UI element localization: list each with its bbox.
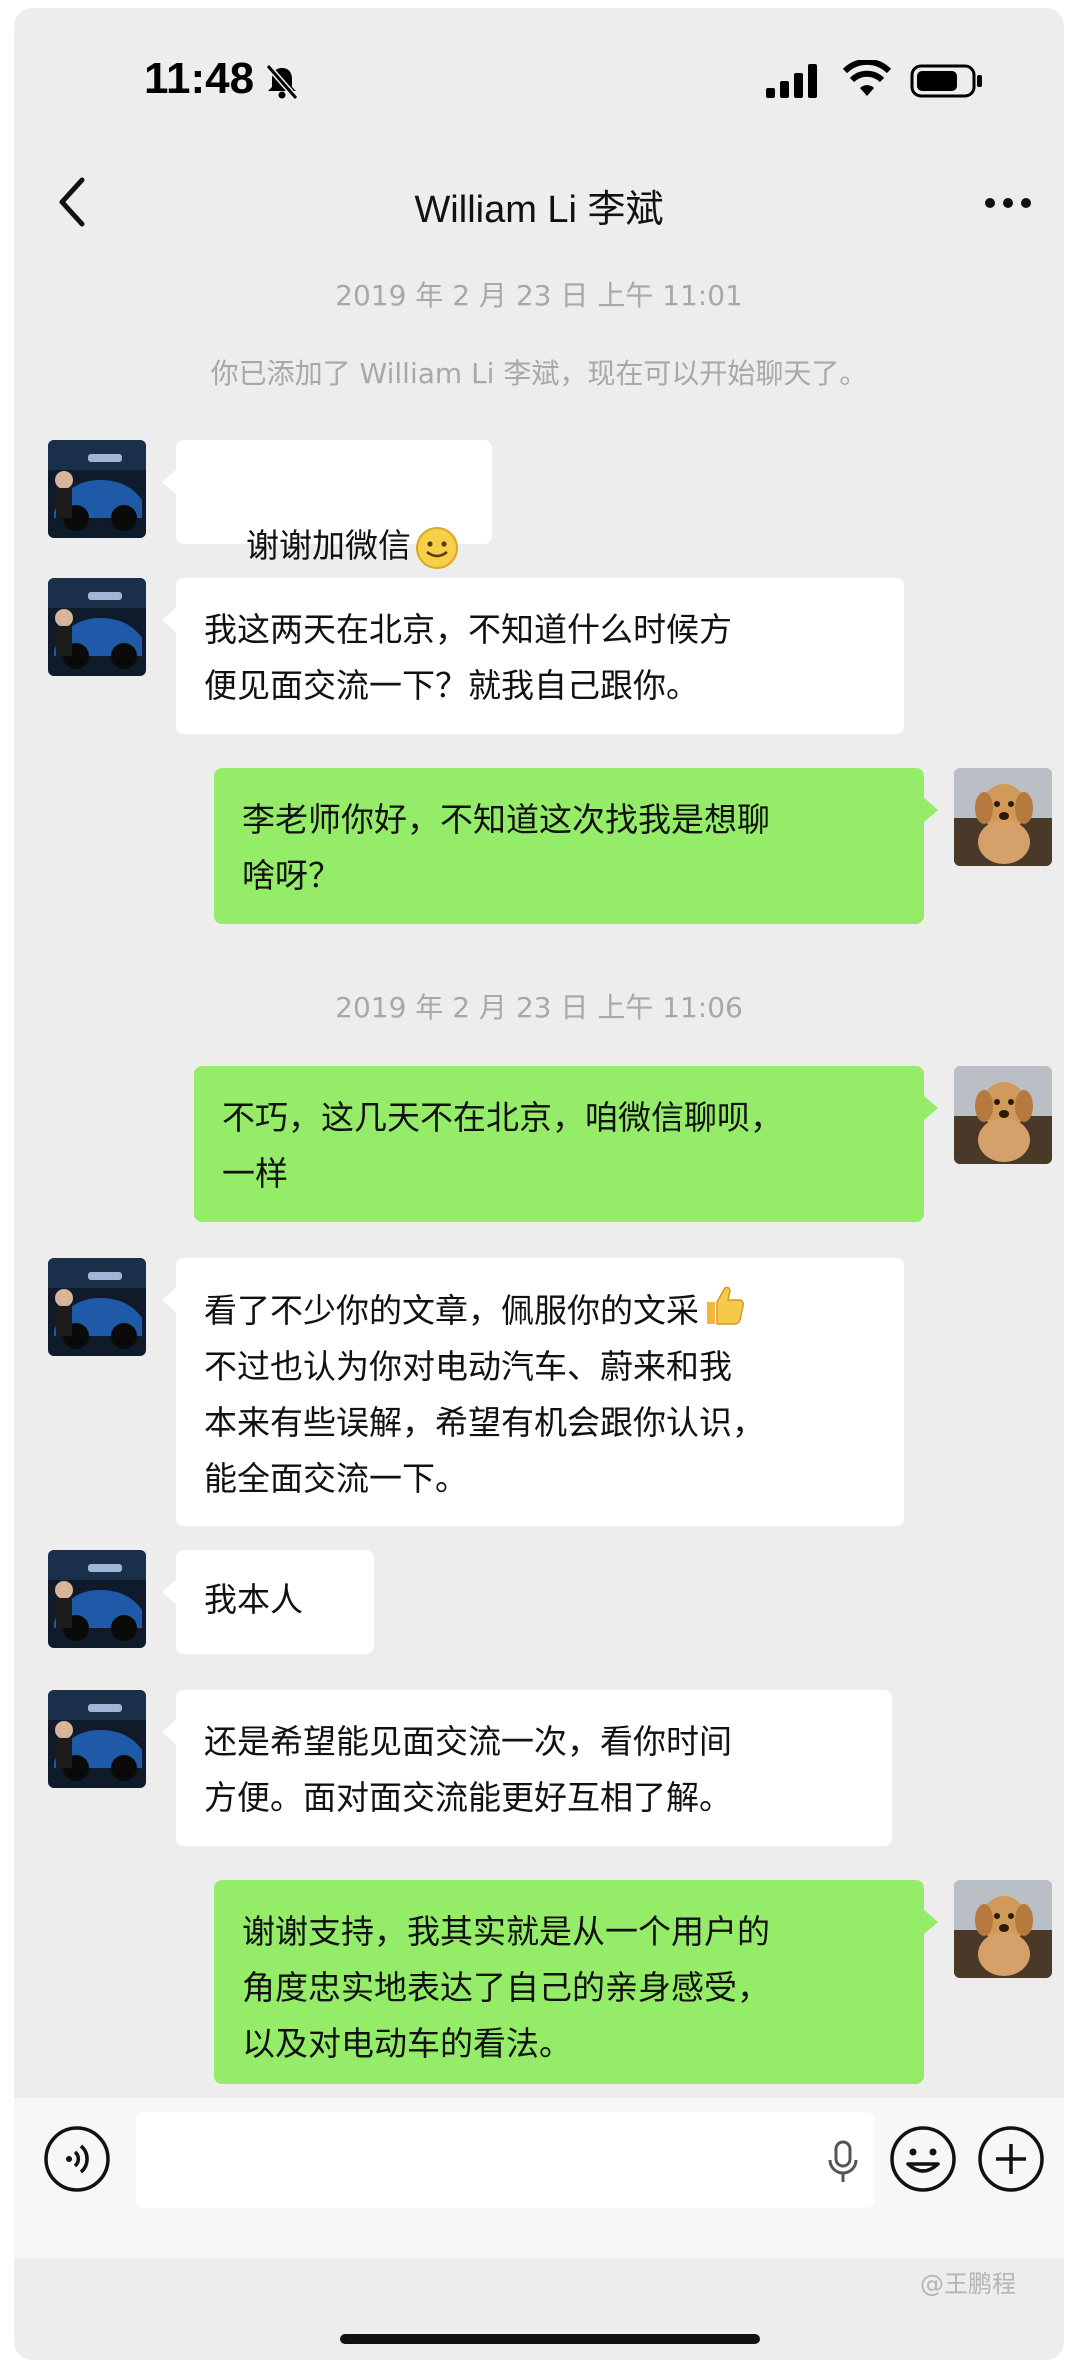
message-input[interactable] — [136, 2112, 874, 2208]
incoming-message[interactable]: 谢谢加微信 — [162, 440, 492, 569]
plus-more-icon[interactable] — [976, 2124, 1046, 2194]
system-message: 你已添加了 William Li 李斌，现在可以开始聊天了。 — [210, 357, 868, 390]
incoming-message[interactable]: 我本人 — [162, 1550, 374, 1654]
message-text: 不过也认为你对电动汽车、蔚来和我 本来有些误解，希望有机会跟你认识， 能全面交流… — [204, 1347, 765, 1498]
chat-header: William Li 李斌 — [14, 148, 1064, 258]
wifi-icon — [842, 60, 892, 96]
timestamp: 2019 年 2 月 23 日 上午 11:06 — [335, 991, 743, 1024]
car-avatar-icon — [48, 1550, 146, 1648]
status-bar: 11:48 — [14, 8, 1064, 148]
outgoing-message[interactable]: 李老师你好，不知道这次找我是想聊 啥呀？ — [214, 768, 938, 924]
dog-avatar-icon — [954, 1066, 1052, 1164]
contact-avatar[interactable] — [48, 440, 146, 538]
thumbs-up-emoji-icon — [707, 1286, 744, 1325]
my-avatar[interactable] — [954, 1066, 1052, 1164]
dog-avatar-icon — [954, 768, 1052, 866]
phone-screen: 11:48 William Li 李斌 2019 年 2 月 23 日 上午 1… — [14, 8, 1064, 2360]
home-indicator[interactable] — [340, 2334, 760, 2344]
contact-avatar[interactable] — [48, 1690, 146, 1788]
car-avatar-icon — [48, 440, 146, 538]
my-avatar[interactable] — [954, 768, 1052, 866]
microphone-icon[interactable] — [826, 2140, 860, 2184]
contact-avatar[interactable] — [48, 1550, 146, 1648]
chat-title: William Li 李斌 — [414, 189, 664, 231]
message-text: 谢谢加微信 — [245, 526, 411, 565]
smile-emoji-icon — [415, 526, 458, 569]
incoming-message[interactable]: 我这两天在北京，不知道什么时候方 便见面交流一下？就我自己跟你。 — [162, 578, 904, 734]
outgoing-message[interactable]: 不巧，这几天不在北京，咱微信聊呗， 一样 — [194, 1066, 938, 1222]
incoming-message[interactable]: 还是希望能见面交流一次，看你时间 方便。面对面交流能更好互相了解。 — [162, 1690, 892, 1846]
car-avatar-icon — [48, 578, 146, 676]
my-avatar[interactable] — [954, 1880, 1052, 1978]
bell-muted-icon — [265, 64, 299, 100]
voice-input-icon[interactable] — [42, 2124, 112, 2194]
battery-icon — [910, 64, 982, 98]
status-time: 11:48 — [144, 54, 255, 103]
message-text: 看了不少你的文章，佩服你的文采 — [204, 1291, 699, 1330]
incoming-message[interactable]: 看了不少你的文章，佩服你的文采 不过也认为你对电动汽车、蔚来和我 本来有些误解，… — [162, 1258, 904, 1526]
signal-icon — [766, 64, 817, 98]
input-bar — [14, 2098, 1064, 2258]
outgoing-message[interactable]: 谢谢支持，我其实就是从一个用户的 角度忠实地表达了自己的亲身感受， 以及对电动车… — [214, 1880, 938, 2084]
car-avatar-icon — [48, 1690, 146, 1788]
emoji-picker-icon[interactable] — [888, 2124, 958, 2194]
contact-avatar[interactable] — [48, 1258, 146, 1356]
car-avatar-icon — [48, 1258, 146, 1356]
more-options-icon[interactable] — [982, 188, 1034, 218]
timestamp: 2019 年 2 月 23 日 上午 11:01 — [335, 279, 743, 312]
contact-avatar[interactable] — [48, 578, 146, 676]
dog-avatar-icon — [954, 1880, 1052, 1978]
watermark: @王鹏程 — [920, 2270, 1016, 2298]
